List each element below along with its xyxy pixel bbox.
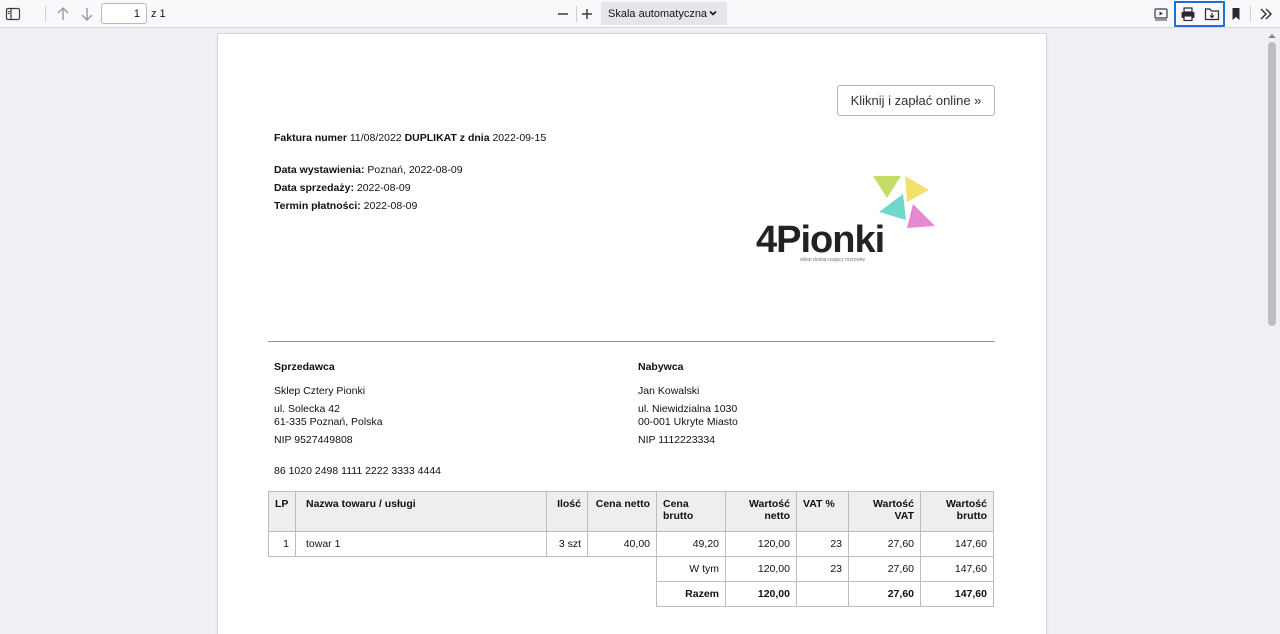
duplicate-date: 2022-09-15 (492, 132, 547, 144)
cell-vat-rate: 23 (796, 531, 849, 557)
seller-city: 61-335 Poznań, Polska (274, 416, 383, 428)
logo-triangle-teal (879, 194, 906, 220)
cell-vat-value: 27,60 (848, 531, 921, 557)
sale-date-value: 2022-08-09 (356, 182, 411, 194)
bookmark-icon (1232, 8, 1240, 20)
th-net-price: Cena netto (587, 491, 657, 532)
th-name: Nazwa towaru / usługi (295, 491, 547, 532)
print-save-highlight (1174, 1, 1225, 27)
total-vat-rate (796, 581, 849, 607)
cell-gross-price: 49,20 (656, 531, 726, 557)
toolbar-separator (45, 6, 46, 22)
th-qty: Ilość (546, 491, 588, 532)
bookmark-button[interactable] (1224, 2, 1248, 26)
sale-date-line: Data sprzedaży: 2022-08-09 (274, 182, 411, 194)
seller-nip: NIP 9527449808 (274, 434, 353, 446)
invoice-number-line: Faktura numer 11/08/2022 DUPLIKAT z dnia… (274, 132, 546, 144)
th-gross-price: Cena brutto (656, 491, 726, 532)
logo-triangle-pink (907, 204, 935, 228)
th-vat-rate: VAT % (796, 491, 849, 532)
seller-name: Sklep Cztery Pionki (274, 385, 366, 397)
invoice-items-table: LP Nazwa towaru / usługi Ilość Cena nett… (268, 491, 994, 607)
th-gross-value: Wartość brutto (920, 491, 994, 532)
page-count-label: z 1 (151, 8, 166, 20)
next-page-button[interactable] (75, 2, 99, 26)
plus-icon (582, 9, 592, 19)
minus-icon (558, 13, 568, 15)
buyer-heading: Nabywca (638, 361, 684, 373)
buyer-street: ul. Niewidzialna 1030 (638, 403, 738, 415)
buyer-city: 00-001 Ukryte Miasto (638, 416, 738, 428)
summary-row-wtym: W tym 120,00 23 27,60 147,60 (269, 556, 994, 582)
toolbar-separator (1250, 6, 1251, 22)
logo-triangle-yellow (905, 176, 929, 202)
chevron-down-icon (709, 10, 717, 16)
vertical-scrollbar[interactable] (1264, 28, 1280, 616)
logo-wordmark: 4Pionki (756, 219, 885, 261)
summary-gross: 147,60 (920, 556, 994, 582)
zoom-select-value: Skala automatyczna (608, 7, 708, 20)
cell-lp: 1 (268, 531, 296, 557)
arrow-down-icon (81, 8, 93, 21)
issue-date-value: Poznań, 2022-08-09 (367, 164, 463, 176)
section-divider (268, 341, 995, 342)
cell-name: towar 1 (295, 531, 547, 557)
zoom-select[interactable]: Skala automatyczna (601, 2, 727, 25)
previous-page-button[interactable] (51, 2, 75, 26)
scroll-up-arrow-icon[interactable] (1268, 32, 1276, 40)
table-row: 1 towar 1 3 szt 40,00 49,20 120,00 23 27… (268, 531, 994, 557)
total-gross: 147,60 (920, 581, 994, 607)
cell-gross-value: 147,60 (920, 531, 994, 557)
sidebar-toggle-button[interactable] (1, 2, 25, 26)
th-net-value: Wartość netto (725, 491, 797, 532)
issue-date-label: Data wystawienia: (274, 164, 365, 176)
seller-heading: Sprzedawca (274, 361, 335, 373)
sale-date-label: Data sprzedaży: (274, 182, 354, 194)
seller-street: ul. Solecka 42 (274, 403, 340, 415)
due-date-value: 2022-08-09 (363, 200, 418, 212)
total-net: 120,00 (725, 581, 797, 607)
due-date-label: Termin płatności: (274, 200, 361, 212)
due-date-line: Termin płatności: 2022-08-09 (274, 200, 417, 212)
pdf-toolbar: z 1 Skala automatyczna (0, 0, 1280, 28)
cell-qty: 3 szt (546, 531, 588, 557)
pdf-page: Kliknij i zapłać online » Faktura numer … (218, 34, 1046, 634)
bank-account: 86 1020 2498 1111 2222 3333 4444 (274, 465, 441, 477)
logo-tagline: sklep dostarczający rozrywkę (800, 257, 866, 263)
zoom-in-button[interactable] (575, 2, 599, 26)
zoom-out-button[interactable] (551, 2, 575, 26)
page-number-input[interactable] (101, 3, 147, 24)
logo-triangle-green (873, 176, 901, 198)
summary-net: 120,00 (725, 556, 797, 582)
total-vat: 27,60 (848, 581, 921, 607)
pay-online-button[interactable]: Kliknij i zapłać online » (837, 85, 995, 116)
cell-net-price: 40,00 (587, 531, 657, 557)
sidebar-icon (5, 7, 21, 21)
presentation-mode-button[interactable] (1149, 2, 1173, 26)
buyer-name: Jan Kowalski (638, 385, 700, 397)
invoice-number-label: Faktura numer (274, 132, 347, 144)
scrollbar-thumb[interactable] (1268, 42, 1276, 326)
tools-menu-button[interactable] (1254, 2, 1278, 26)
presentation-icon (1154, 8, 1168, 21)
total-label: Razem (656, 581, 726, 607)
summary-vat-rate: 23 (796, 556, 849, 582)
summary-label: W tym (656, 556, 726, 582)
duplicate-label: DUPLIKAT z dnia (404, 132, 490, 144)
issue-date-line: Data wystawienia: Poznań, 2022-08-09 (274, 164, 463, 176)
buyer-nip: NIP 1112223334 (638, 434, 716, 446)
invoice-number-value: 11/08/2022 (349, 132, 402, 144)
summary-vat: 27,60 (848, 556, 921, 582)
th-vat-value: Wartość VAT (848, 491, 921, 532)
th-lp: LP (268, 491, 296, 532)
table-header-row: LP Nazwa towaru / usługi Ilość Cena nett… (268, 491, 994, 532)
arrow-up-icon (57, 7, 69, 20)
cell-net-value: 120,00 (725, 531, 797, 557)
summary-row-razem: Razem 120,00 27,60 147,60 (269, 581, 994, 607)
double-chevron-right-icon (1260, 8, 1272, 20)
